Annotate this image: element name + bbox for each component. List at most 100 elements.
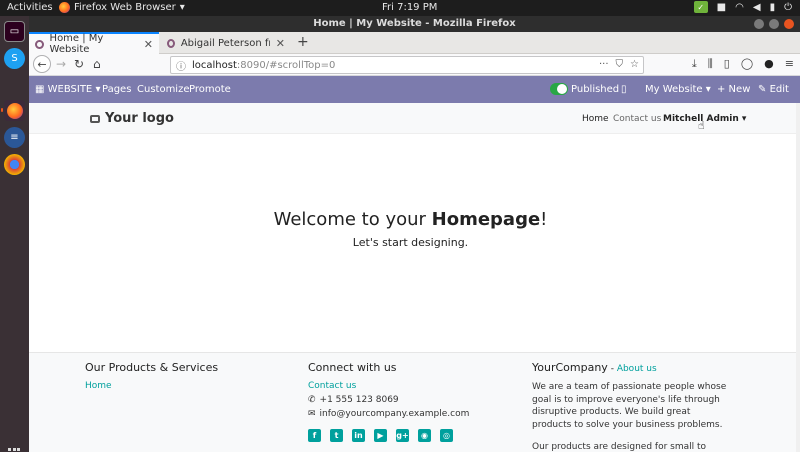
company-name: YourCompany — [532, 361, 608, 374]
active-app-indicator — [1, 108, 3, 112]
site-footer: Our Products & Services Home Connect wit… — [29, 352, 800, 452]
odoo-favicon-icon — [35, 39, 44, 49]
library-icon[interactable]: ⫼ — [708, 57, 713, 71]
url-bar[interactable]: ⓘ localhost :8090/#scrollTop=0 ··· ⛉ ☆ — [170, 56, 644, 74]
firefox-dock-icon[interactable] — [4, 100, 25, 121]
nav-contact[interactable]: Contact us — [613, 114, 661, 124]
url-path: :8090/#scrollTop=0 — [236, 59, 336, 71]
show-applications-icon[interactable] — [8, 448, 20, 452]
new-tab-icon[interactable]: + — [297, 34, 309, 50]
welcome-suffix: ! — [540, 209, 548, 230]
wifi-icon[interactable]: ◠ — [735, 2, 744, 13]
system-tray[interactable]: ✓ ■ ◠ ◀ ▮ ⏻ — [693, 1, 792, 13]
customize-menu[interactable]: Customize — [137, 84, 190, 95]
skype-icon[interactable]: S — [4, 48, 25, 69]
window-controls — [754, 19, 794, 29]
footer-contact-link[interactable]: Contact us — [308, 381, 469, 391]
clock[interactable]: Fri 7:19 PM — [382, 2, 437, 13]
email-line: ✉ info@yourcompany.example.com — [308, 409, 469, 419]
app-menu-label: Firefox Web Browser — [74, 2, 176, 13]
nav-home[interactable]: Home — [582, 114, 609, 124]
bookmark-star-icon[interactable]: ☆ — [630, 59, 639, 70]
welcome-bold: Homepage — [431, 209, 541, 230]
google-plus-icon[interactable]: g+ — [396, 429, 409, 442]
power-icon[interactable]: ⏻ — [784, 2, 792, 13]
terminal-icon[interactable]: ▭ — [4, 21, 25, 42]
close-window-icon[interactable] — [784, 19, 794, 29]
page-actions-icon[interactable]: ··· — [599, 59, 609, 70]
user-menu[interactable]: Mitchell Admin ▾ — [663, 114, 746, 124]
instagram-icon[interactable]: ◎ — [440, 429, 453, 442]
dock: ▭ S ≡ — [0, 16, 29, 452]
pencil-icon: ✎ — [758, 84, 767, 95]
social-icons: f t in ▶ g+ ◉ ◎ — [308, 429, 469, 442]
close-tab-icon[interactable]: ✕ — [144, 38, 153, 51]
page-scrollbar[interactable] — [796, 103, 800, 452]
tab-abigail[interactable]: Abigail Peterson from 2 ✕ — [161, 32, 291, 54]
email-address: info@yourcompany.example.com — [319, 409, 470, 419]
products-title: Our Products & Services — [85, 361, 219, 374]
welcome-prefix: Welcome to your — [273, 209, 432, 230]
welcome-subtitle: Let's start designing. — [352, 236, 469, 249]
system-top-bar: Activities Firefox Web Browser ▾ Fri 7:1… — [0, 0, 800, 16]
my-website-label: My Website — [645, 84, 703, 95]
account-icon[interactable]: ◯ — [741, 57, 753, 71]
window-title: Home | My Website - Mozilla Firefox — [313, 18, 516, 29]
new-button[interactable]: + New — [717, 84, 750, 95]
pocket-icon[interactable]: ⛉ — [616, 59, 624, 70]
info-icon[interactable]: ⓘ — [176, 58, 186, 73]
site-header: Your logo Home Contact us Mitchell Admin… — [29, 103, 800, 134]
about-us-link[interactable]: About us — [617, 364, 657, 374]
edit-button[interactable]: ✎ Edit — [758, 84, 789, 95]
reload-icon[interactable]: ↻ — [74, 57, 84, 71]
app-icon[interactable]: ≡ — [4, 127, 25, 148]
app-menu[interactable]: Firefox Web Browser ▾ — [59, 2, 185, 13]
hand-cursor-icon: ☝ — [698, 119, 705, 132]
battery-icon[interactable]: ▮ — [770, 2, 776, 13]
back-button-icon[interactable]: ← — [33, 55, 51, 73]
edit-label: Edit — [769, 84, 789, 95]
youtube-icon[interactable]: ▶ — [374, 429, 387, 442]
mobile-preview-icon[interactable]: ▯ — [621, 84, 627, 95]
phone-number: +1 555 123 8069 — [319, 395, 399, 405]
published-label: Published — [571, 84, 620, 95]
welcome-heading: Welcome to your Homepage! — [29, 209, 792, 230]
promote-menu[interactable]: Promote — [189, 84, 231, 95]
apps-grid-icon: ▦ — [35, 84, 45, 95]
menu-icon[interactable]: ≡ — [785, 57, 794, 71]
downloads-icon[interactable]: ⤓ — [692, 57, 697, 71]
facebook-icon[interactable]: f — [308, 429, 321, 442]
forward-button-icon[interactable]: → — [56, 57, 66, 71]
activities-button[interactable]: Activities — [7, 2, 53, 13]
home-icon[interactable]: ⌂ — [93, 57, 101, 71]
volume-icon[interactable]: ◀ — [753, 2, 761, 13]
publish-toggle[interactable] — [550, 83, 568, 95]
footer-products: Our Products & Services Home — [85, 361, 218, 391]
sidebar-icon[interactable]: ▯ — [724, 57, 730, 71]
chrome-icon[interactable] — [4, 154, 25, 175]
tab-home[interactable]: Home | My Website ✕ — [29, 32, 159, 55]
footer-home-link[interactable]: Home — [85, 381, 218, 391]
extension-icon[interactable]: ● — [764, 57, 774, 71]
site-logo[interactable]: Your logo — [90, 111, 174, 126]
linkedin-icon[interactable]: in — [352, 429, 365, 442]
maximize-icon[interactable] — [769, 19, 779, 29]
odoo-favicon-icon — [167, 38, 175, 48]
twitter-icon[interactable]: t — [330, 429, 343, 442]
minimize-icon[interactable] — [754, 19, 764, 29]
connect-title: Connect with us — [308, 361, 397, 374]
caret-down-icon: ▾ — [179, 2, 185, 13]
github-icon[interactable]: ◉ — [418, 429, 431, 442]
close-tab-icon[interactable]: ✕ — [276, 37, 285, 50]
company-separator: - — [607, 364, 617, 374]
envelope-icon: ✉ — [308, 409, 316, 419]
shield-icon[interactable]: ✓ — [693, 1, 708, 13]
tab-label: Abigail Peterson from 2 — [180, 37, 270, 49]
phone-icon: ✆ — [308, 395, 316, 405]
firefox-icon — [59, 2, 70, 13]
url-actions: ··· ⛉ ☆ — [599, 59, 639, 70]
my-website-menu[interactable]: My Website ▾ — [645, 84, 711, 95]
website-menu[interactable]: ▦ WEBSITE ▾ — [35, 84, 100, 95]
pages-menu[interactable]: Pages — [102, 84, 131, 95]
camera-icon[interactable]: ■ — [717, 2, 726, 13]
